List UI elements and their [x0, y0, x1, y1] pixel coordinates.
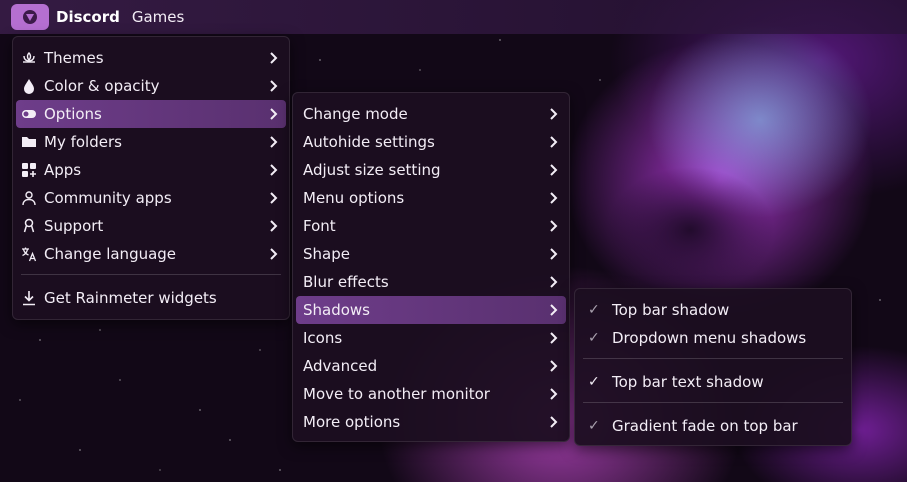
menu-divider	[583, 402, 843, 403]
checkmark-icon: ✓	[588, 302, 600, 318]
menu-divider	[21, 274, 281, 275]
menu-item-options[interactable]: Options	[16, 100, 286, 128]
menu-item-community-apps[interactable]: Community apps	[16, 184, 286, 212]
chevron-right-icon	[546, 275, 560, 289]
menu-item-my-folders[interactable]: My folders	[16, 128, 286, 156]
chevron-right-icon	[546, 191, 560, 205]
submenu-item-top-bar-text-shadow[interactable]: ✓ Top bar text shadow	[578, 368, 848, 396]
chevron-right-icon	[266, 135, 280, 149]
submenu-item-advanced[interactable]: Advanced	[296, 352, 566, 380]
chevron-right-icon	[546, 331, 560, 345]
submenu-item-font[interactable]: Font	[296, 212, 566, 240]
options-submenu: Change mode Autohide settings Adjust siz…	[292, 92, 570, 442]
menu-item-support[interactable]: Support	[16, 212, 286, 240]
chevron-right-icon	[546, 303, 560, 317]
shadows-submenu: ✓ Top bar shadow ✓ Dropdown menu shadows…	[574, 288, 852, 446]
submenu-item-icons[interactable]: Icons	[296, 324, 566, 352]
submenu-item-more-options[interactable]: More options	[296, 408, 566, 436]
download-icon	[21, 290, 37, 306]
lotus-icon	[21, 50, 37, 66]
submenu-item-dropdown-menu-shadows[interactable]: ✓ Dropdown menu shadows	[578, 324, 848, 352]
chevron-right-icon	[546, 107, 560, 121]
chevron-right-icon	[546, 219, 560, 233]
chevron-right-icon	[266, 51, 280, 65]
submenu-item-autohide-settings[interactable]: Autohide settings	[296, 128, 566, 156]
submenu-item-shape[interactable]: Shape	[296, 240, 566, 268]
checkmark-icon: ✓	[588, 418, 600, 434]
chevron-right-icon	[266, 219, 280, 233]
menu-item-color-opacity[interactable]: Color & opacity	[16, 72, 286, 100]
submenu-item-shadows[interactable]: Shadows	[296, 296, 566, 324]
submenu-item-adjust-size-setting[interactable]: Adjust size setting	[296, 156, 566, 184]
chevron-right-icon	[266, 191, 280, 205]
chevron-right-icon	[546, 415, 560, 429]
chevron-right-icon	[266, 79, 280, 93]
chevron-right-icon	[546, 247, 560, 261]
chevron-right-icon	[266, 247, 280, 261]
droplet-icon	[21, 78, 37, 94]
active-app-title[interactable]: Discord	[56, 8, 120, 26]
apps-grid-icon	[21, 162, 37, 178]
top-bar: Discord Games	[0, 0, 907, 34]
chevron-right-icon	[546, 135, 560, 149]
menu-item-change-language[interactable]: Change language	[16, 240, 286, 268]
translate-icon	[21, 246, 37, 262]
submenu-item-blur-effects[interactable]: Blur effects	[296, 268, 566, 296]
person-icon	[21, 190, 37, 206]
submenu-item-menu-options[interactable]: Menu options	[296, 184, 566, 212]
checkmark-icon: ✓	[588, 374, 600, 390]
submenu-item-move-to-another-monitor[interactable]: Move to another monitor	[296, 380, 566, 408]
menu-item-themes[interactable]: Themes	[16, 44, 286, 72]
submenu-item-change-mode[interactable]: Change mode	[296, 100, 566, 128]
checkmark-icon: ✓	[588, 330, 600, 346]
menu-item-apps[interactable]: Apps	[16, 156, 286, 184]
menu-divider	[583, 358, 843, 359]
main-menu: Themes Color & opacity Options My folder…	[12, 36, 290, 320]
chevron-right-icon	[266, 163, 280, 177]
menu-item-get-rainmeter-widgets[interactable]: Get Rainmeter widgets	[16, 284, 286, 312]
chevron-right-icon	[266, 107, 280, 121]
folder-icon	[21, 134, 37, 150]
submenu-item-top-bar-shadow[interactable]: ✓ Top bar shadow	[578, 296, 848, 324]
chevron-right-icon	[546, 163, 560, 177]
chevron-right-icon	[546, 387, 560, 401]
toggle-icon	[21, 106, 37, 122]
chevron-right-icon	[546, 359, 560, 373]
ribbon-icon	[21, 218, 37, 234]
app-logo-button[interactable]	[11, 4, 49, 30]
rainmeter-logo-icon	[23, 10, 37, 24]
games-tab[interactable]: Games	[132, 8, 184, 26]
submenu-item-gradient-fade-on-top-bar[interactable]: ✓ Gradient fade on top bar	[578, 412, 848, 440]
